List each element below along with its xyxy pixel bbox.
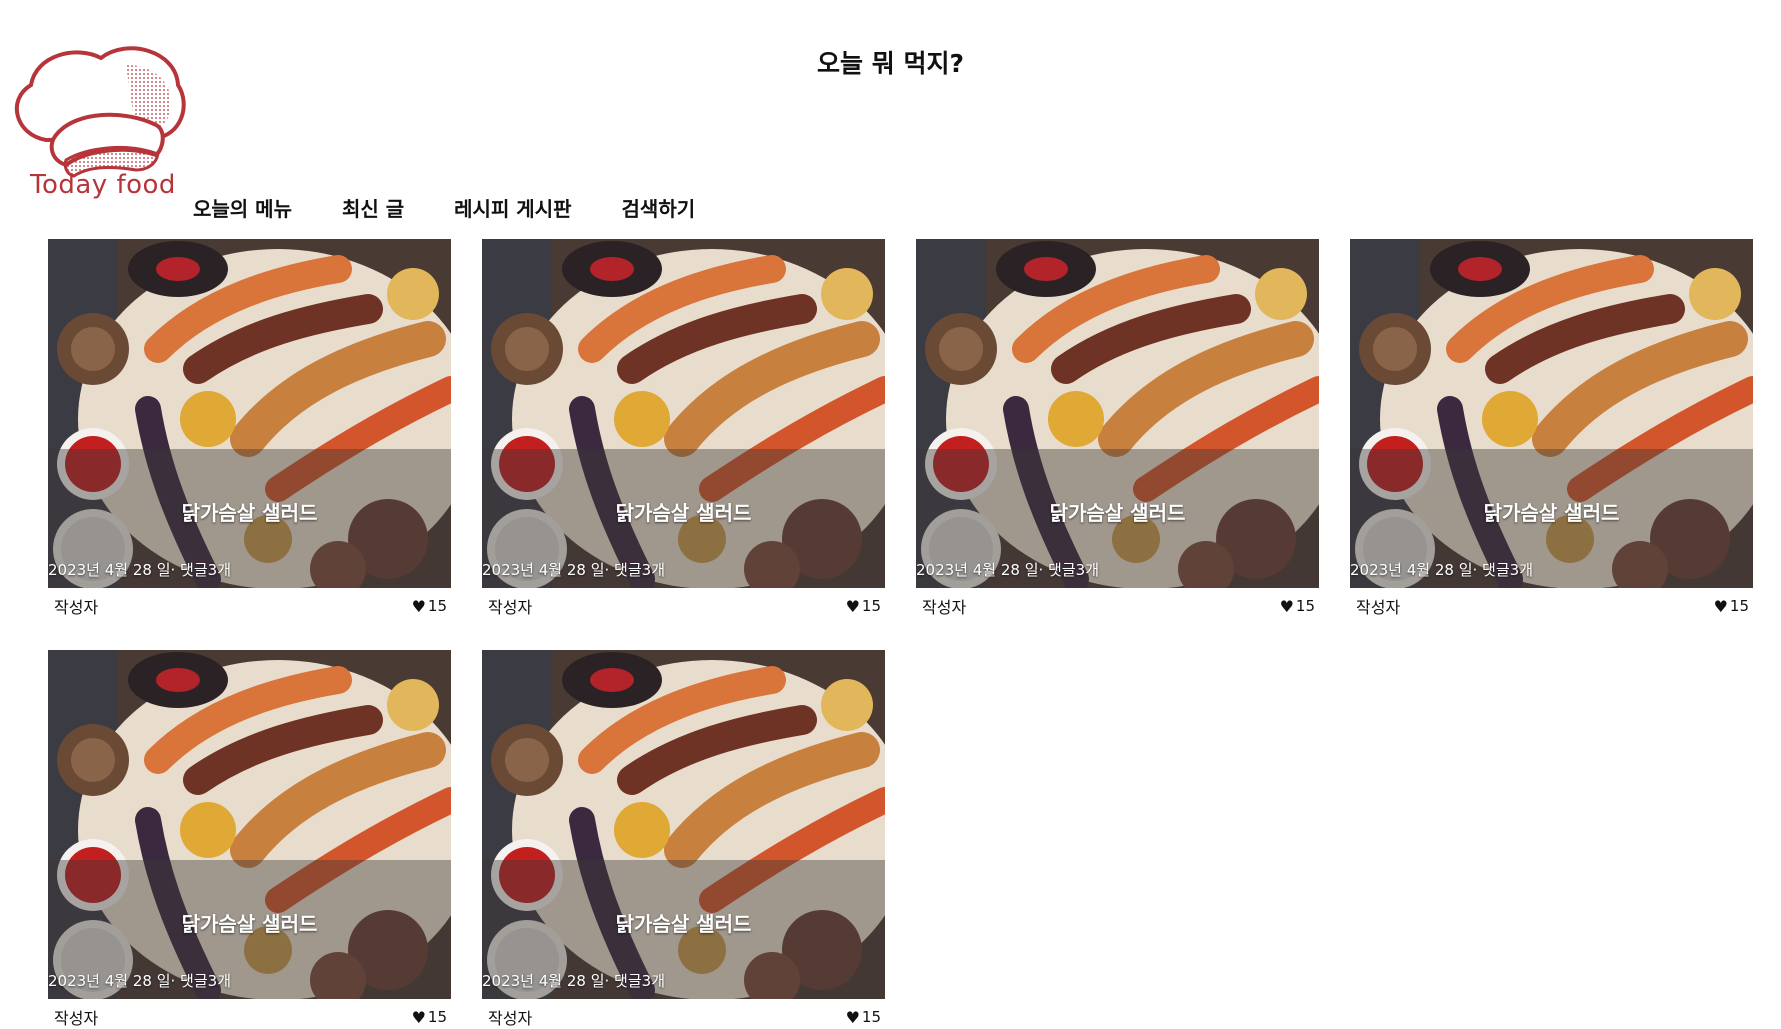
card-footer: 작성자 ♥ 15 <box>1350 588 1753 618</box>
food-photo: 닭가슴살 샐러드 2023년 4월 28 일· 댓글3개 <box>482 239 885 588</box>
likes-number: 15 <box>861 1008 881 1026</box>
card-meta: 2023년 4월 28 일· 댓글3개 <box>482 561 665 579</box>
nav-item-today-menu[interactable]: 오늘의 메뉴 <box>193 193 292 222</box>
card-meta: 2023년 4월 28 일· 댓글3개 <box>916 561 1099 579</box>
card-meta: 2023년 4월 28 일· 댓글3개 <box>48 972 231 990</box>
card-meta: 2023년 4월 28 일· 댓글3개 <box>1350 561 1533 579</box>
heart-icon[interactable]: ♥ <box>846 1008 860 1027</box>
heart-icon[interactable]: ♥ <box>1714 597 1728 616</box>
like-count[interactable]: ♥ 15 <box>412 597 447 616</box>
card-footer: 작성자 ♥ 15 <box>916 588 1319 618</box>
card-footer: 작성자 ♥ 15 <box>482 588 885 618</box>
food-photo: 닭가슴살 샐러드 2023년 4월 28 일· 댓글3개 <box>916 239 1319 588</box>
like-count[interactable]: ♥ 15 <box>1280 597 1315 616</box>
nav-item-recipe-board[interactable]: 레시피 게시판 <box>454 193 571 222</box>
recipe-card[interactable]: 닭가슴살 샐러드 2023년 4월 28 일· 댓글3개 작성자 ♥ 15 <box>916 239 1319 617</box>
like-count[interactable]: ♥ 15 <box>412 1008 447 1027</box>
card-footer: 작성자 ♥ 15 <box>482 999 885 1029</box>
like-count[interactable]: ♥ 15 <box>1714 597 1749 616</box>
likes-number: 15 <box>1295 597 1315 615</box>
card-author: 작성자 <box>54 1009 99 1028</box>
card-title: 닭가슴살 샐러드 <box>181 912 318 936</box>
heart-icon[interactable]: ♥ <box>412 597 426 616</box>
nav-item-latest-posts[interactable]: 최신 글 <box>342 193 404 222</box>
food-photo: 닭가슴살 샐러드 2023년 4월 28 일· 댓글3개 <box>48 239 451 588</box>
main-nav: 오늘의 메뉴 최신 글 레시피 게시판 검색하기 <box>193 193 695 222</box>
recipe-card[interactable]: 닭가슴살 샐러드 2023년 4월 28 일· 댓글3개 작성자 ♥ 15 <box>48 239 451 617</box>
card-title: 닭가슴살 샐러드 <box>1483 501 1620 525</box>
food-photo: 닭가슴살 샐러드 2023년 4월 28 일· 댓글3개 <box>48 650 451 999</box>
card-title: 닭가슴살 샐러드 <box>1049 501 1186 525</box>
likes-number: 15 <box>1729 597 1749 615</box>
card-footer: 작성자 ♥ 15 <box>48 999 451 1029</box>
likes-number: 15 <box>861 597 881 615</box>
card-author: 작성자 <box>922 598 967 617</box>
recipe-card[interactable]: 닭가슴살 샐러드 2023년 4월 28 일· 댓글3개 작성자 ♥ 15 <box>48 650 451 1028</box>
food-photo: 닭가슴살 샐러드 2023년 4월 28 일· 댓글3개 <box>1350 239 1753 588</box>
card-footer: 작성자 ♥ 15 <box>48 588 451 618</box>
card-meta: 2023년 4월 28 일· 댓글3개 <box>48 561 231 579</box>
like-count[interactable]: ♥ 15 <box>846 1008 881 1027</box>
likes-number: 15 <box>427 597 447 615</box>
food-photo: 닭가슴살 샐러드 2023년 4월 28 일· 댓글3개 <box>482 650 885 999</box>
card-title: 닭가슴살 샐러드 <box>181 501 318 525</box>
logo-text[interactable]: Today food <box>30 170 176 200</box>
page-title: 오늘 뭐 먹지? <box>817 49 964 78</box>
card-meta: 2023년 4월 28 일· 댓글3개 <box>482 972 665 990</box>
heart-icon[interactable]: ♥ <box>846 597 860 616</box>
like-count[interactable]: ♥ 15 <box>846 597 881 616</box>
card-author: 작성자 <box>488 1009 533 1028</box>
card-author: 작성자 <box>54 598 99 617</box>
heart-icon[interactable]: ♥ <box>1280 597 1294 616</box>
card-author: 작성자 <box>488 598 533 617</box>
card-title: 닭가슴살 샐러드 <box>615 501 752 525</box>
recipe-card[interactable]: 닭가슴살 샐러드 2023년 4월 28 일· 댓글3개 작성자 ♥ 15 <box>1350 239 1753 617</box>
card-title: 닭가슴살 샐러드 <box>615 912 752 936</box>
heart-icon[interactable]: ♥ <box>412 1008 426 1027</box>
recipe-card[interactable]: 닭가슴살 샐러드 2023년 4월 28 일· 댓글3개 작성자 ♥ 15 <box>482 650 885 1028</box>
recipe-card[interactable]: 닭가슴살 샐러드 2023년 4월 28 일· 댓글3개 작성자 ♥ 15 <box>482 239 885 617</box>
card-author: 작성자 <box>1356 598 1401 617</box>
likes-number: 15 <box>427 1008 447 1026</box>
nav-item-search[interactable]: 검색하기 <box>622 193 696 222</box>
card-grid: 닭가슴살 샐러드 2023년 4월 28 일· 댓글3개 작성자 ♥ 15 닭가… <box>48 239 1753 1028</box>
